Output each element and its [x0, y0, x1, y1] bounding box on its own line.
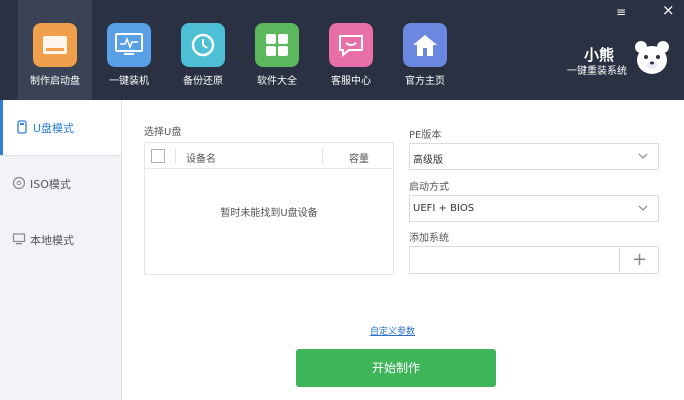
usb-select-label: 选择U盘 — [144, 127, 182, 138]
divider — [322, 149, 323, 163]
home-icon — [403, 23, 447, 67]
tool-make-boot-disk[interactable]: 制作启动盘 — [18, 0, 92, 100]
close-icon[interactable]: × — [662, 3, 675, 18]
sidebar-item-local-mode[interactable]: 本地模式 — [0, 212, 121, 268]
tool-label: 客服中心 — [331, 76, 371, 87]
empty-message: 暂时未能找到U盘设备 — [220, 208, 318, 219]
tool-label: 备份还原 — [183, 76, 223, 87]
app-header: 制作启动盘 一键装机 备份还原 软件大全 客服中心 官方主页 ≡ × 小熊 一键… — [0, 0, 684, 100]
tool-label: 软件大全 — [257, 76, 297, 87]
tool-label: 官方主页 — [405, 76, 445, 87]
usb-drive-icon — [33, 23, 77, 67]
disc-icon — [12, 176, 26, 190]
select-all-checkbox[interactable] — [151, 149, 165, 163]
add-system-label: 添加系统 — [409, 233, 449, 244]
usb-icon — [17, 120, 27, 134]
apps-grid-icon — [255, 23, 299, 67]
tool-official-home[interactable]: 官方主页 — [388, 0, 462, 100]
start-make-button[interactable]: 开始制作 — [296, 349, 496, 387]
boot-mode-label: 启动方式 — [409, 182, 449, 193]
sidebar-item-iso-mode[interactable]: ISO模式 — [0, 156, 121, 212]
add-system-button[interactable]: + — [632, 250, 647, 270]
sidebar-item-label: U盘模式 — [33, 122, 75, 135]
bear-logo-icon — [632, 38, 672, 78]
chevron-down-icon — [638, 205, 648, 211]
menu-icon[interactable]: ≡ — [616, 6, 626, 18]
column-header-capacity: 容量 — [349, 154, 369, 165]
chevron-down-icon — [638, 153, 648, 159]
tool-backup-restore[interactable]: 备份还原 — [166, 0, 240, 100]
mode-sidebar: U盘模式 ISO模式 本地模式 — [0, 100, 122, 400]
divider — [619, 247, 620, 273]
usb-list-header: 设备名 容量 — [145, 143, 393, 169]
divider — [175, 149, 176, 163]
tool-one-click-install[interactable]: 一键装机 — [92, 0, 166, 100]
monitor-icon — [107, 23, 151, 67]
tool-label: 一键装机 — [109, 76, 149, 87]
pe-version-select[interactable]: 高级版 — [409, 143, 659, 170]
computer-icon — [12, 233, 26, 245]
sidebar-item-label: ISO模式 — [30, 178, 71, 191]
tool-service-center[interactable]: 客服中心 — [314, 0, 388, 100]
boot-mode-select[interactable]: UEFI + BIOS — [409, 195, 659, 222]
pe-version-label: PE版本 — [409, 130, 442, 141]
chat-icon — [329, 23, 373, 67]
tool-label: 制作启动盘 — [30, 76, 80, 87]
restore-icon — [181, 23, 225, 67]
boot-mode-value: UEFI + BIOS — [413, 203, 475, 214]
sidebar-item-usb-mode[interactable]: U盘模式 — [0, 100, 121, 156]
sidebar-item-label: 本地模式 — [30, 234, 74, 247]
tool-software[interactable]: 软件大全 — [240, 0, 314, 100]
brand-subtitle: 一键重装系统 — [567, 66, 627, 77]
pe-version-value: 高级版 — [413, 155, 443, 166]
usb-device-list: 设备名 容量 暂时未能找到U盘设备 — [144, 142, 394, 275]
column-header-device: 设备名 — [186, 154, 216, 165]
custom-params-link[interactable]: 自定义参数 — [370, 324, 415, 337]
add-system-field[interactable]: + — [409, 246, 659, 274]
